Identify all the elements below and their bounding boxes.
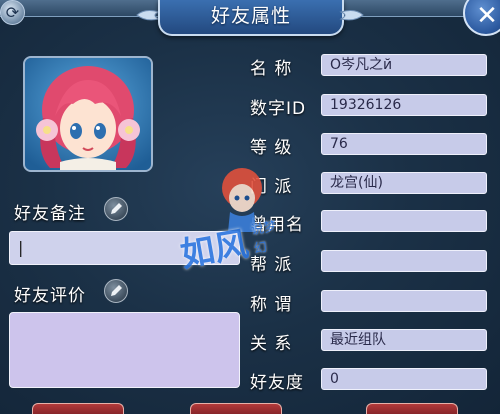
- evaluation-label: 好友评价: [14, 286, 86, 306]
- guild-value: [321, 250, 487, 272]
- friendship-value: 0: [321, 368, 487, 390]
- window-title: 好友属性: [210, 5, 291, 27]
- name-value: O岑凡之й: [321, 54, 487, 76]
- level-value: 76: [321, 133, 487, 155]
- title-value: [321, 290, 487, 312]
- refresh-button[interactable]: ⟳: [0, 0, 25, 25]
- pencil-icon: [111, 203, 122, 214]
- edit-evaluation-button[interactable]: [104, 279, 128, 303]
- refresh-icon: ⟳: [5, 3, 20, 22]
- watermark-small-text: 说梦幻: [249, 219, 278, 258]
- relation-label: 关 系: [250, 334, 293, 354]
- watermark: 如风 说梦幻: [178, 160, 290, 276]
- relation-value: 最近组队: [321, 329, 487, 351]
- title-label: 称 谓: [250, 295, 293, 315]
- bottom-button-1[interactable]: [32, 403, 124, 414]
- id-value: 19326126: [321, 94, 487, 116]
- close-icon: ✕: [476, 1, 498, 31]
- avatar: [23, 56, 153, 172]
- title-ornament-right-icon: [339, 10, 364, 21]
- window-title-plate: 好友属性: [158, 0, 344, 36]
- evaluation-input[interactable]: [9, 312, 240, 388]
- id-label: 数字ID: [250, 99, 307, 119]
- bottom-button-2[interactable]: [190, 403, 282, 414]
- level-label: 等 级: [250, 138, 293, 158]
- bottom-button-3[interactable]: [366, 403, 458, 414]
- pencil-icon: [111, 285, 122, 296]
- friend-properties-window: ⟳ 好友属性 ✕ 好友备注 | 好友评价 名 称 数字ID 等 级 门 派 曾用…: [0, 0, 500, 414]
- name-label: 名 称: [250, 59, 293, 79]
- former-name-value: [321, 210, 487, 232]
- school-value: 龙宫(仙): [321, 172, 487, 194]
- friendship-label: 好友度: [250, 373, 304, 393]
- notes-label: 好友备注: [14, 204, 86, 224]
- edit-notes-button[interactable]: [104, 197, 128, 221]
- avatar-portrait-icon: [25, 58, 151, 170]
- close-button[interactable]: ✕: [463, 0, 500, 36]
